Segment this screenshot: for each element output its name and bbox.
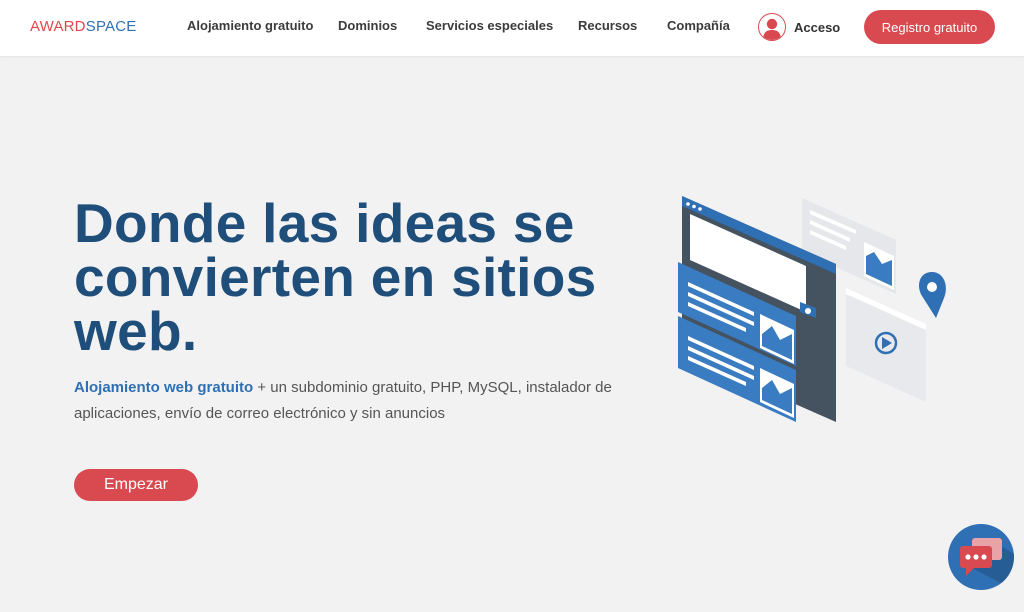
brand-logo-part1: AWARD <box>30 18 86 35</box>
chat-widget-button[interactable] <box>948 524 1014 590</box>
site-header: AWARDSPACE Alojamiento gratuito Dominios… <box>0 0 1024 56</box>
user-avatar-icon <box>758 13 786 41</box>
nav-item-servicios[interactable]: Servicios especiales <box>426 18 553 33</box>
get-started-button[interactable]: Empezar <box>74 469 198 501</box>
register-button[interactable]: Registro gratuito <box>864 10 995 44</box>
hero-description: Alojamiento web gratuito + un subdominio… <box>74 375 634 427</box>
hero-title: Donde las ideas se convierten en sitios … <box>74 196 654 359</box>
login-link[interactable]: Acceso <box>758 12 840 42</box>
nav-item-recursos[interactable]: Recursos <box>578 18 637 33</box>
brand-logo[interactable]: AWARDSPACE <box>30 18 136 35</box>
hero-title-line-1: Donde las ideas se <box>74 192 575 254</box>
nav-item-dominios[interactable]: Dominios <box>338 18 397 33</box>
chat-bubbles-icon <box>960 538 1014 590</box>
free-hosting-link[interactable]: Alojamiento web gratuito <box>74 379 253 396</box>
nav-item-compania[interactable]: Compañía <box>667 18 730 33</box>
nav-item-alojamiento[interactable]: Alojamiento gratuito <box>187 18 313 33</box>
location-pin-icon <box>919 272 946 318</box>
login-label: Acceso <box>794 19 841 35</box>
brand-logo-part2: SPACE <box>85 18 137 35</box>
hero-title-line-3: web. <box>74 300 198 362</box>
hero-illustration <box>660 190 960 435</box>
hero-title-line-2: convierten en sitios <box>74 246 597 308</box>
